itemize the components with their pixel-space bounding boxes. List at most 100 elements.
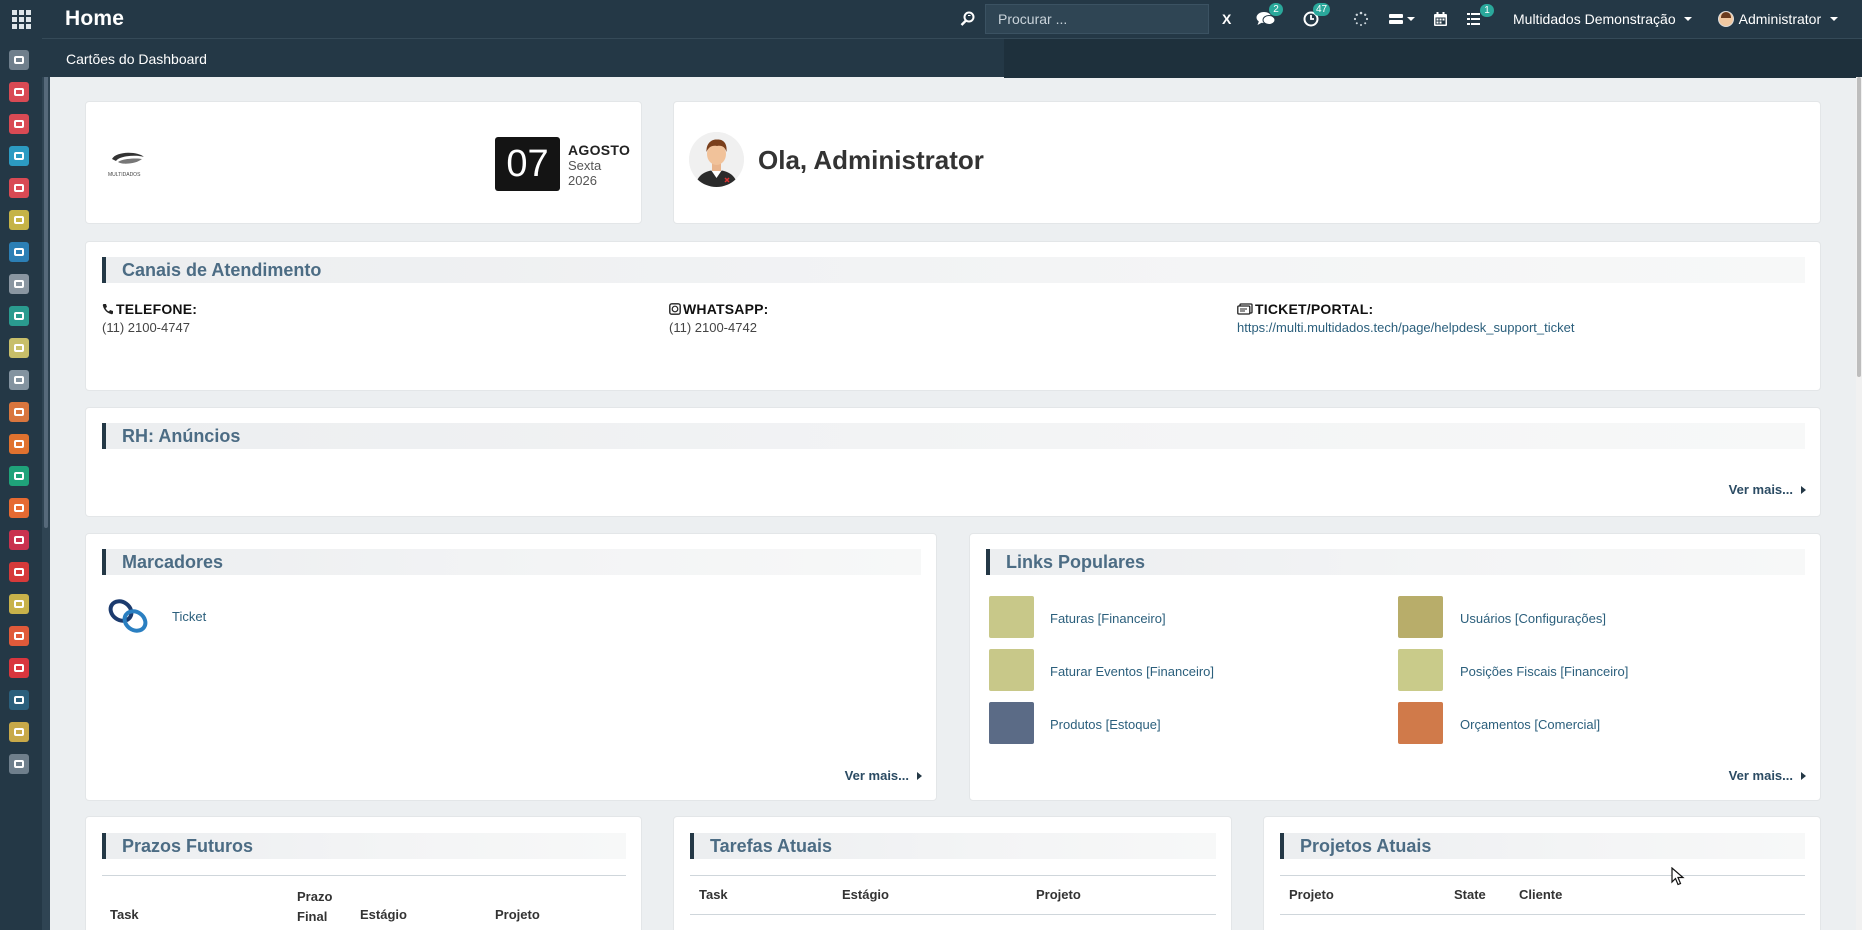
company-switcher[interactable]: Multidados Demonstração — [1513, 11, 1692, 27]
whatsapp-value: (11) 2100-4742 — [669, 320, 757, 335]
documents-app-icon[interactable] — [9, 402, 29, 422]
marcadores-card: Marcadores Ticket Ver mais... — [85, 533, 937, 801]
maintenance-app-icon[interactable] — [9, 530, 29, 550]
activities-button[interactable]: 47 — [1303, 3, 1331, 27]
crm-app-icon[interactable] — [9, 370, 29, 390]
helpdesk-app-icon[interactable] — [9, 114, 29, 134]
avatar — [689, 132, 744, 187]
date-day: 07 — [495, 137, 560, 191]
popular-link-produtos[interactable]: Produtos [Estoque] — [1050, 717, 1161, 732]
app-glyph — [14, 88, 24, 96]
app-glyph — [14, 184, 24, 192]
marcadores-more-link[interactable]: Ver mais... — [845, 768, 922, 783]
projetos-card: Projetos Atuais Projeto State Cliente — [1263, 816, 1821, 930]
activities-badge: 47 — [1313, 3, 1331, 16]
column-header-projeto[interactable]: Projeto — [1036, 887, 1081, 902]
popular-link-posicoes-fiscais[interactable]: Posições Fiscais [Financeiro] — [1460, 664, 1628, 679]
greeting-card: Ola, Administrator — [673, 101, 1821, 224]
page-scrollbar-thumb[interactable] — [1857, 77, 1861, 377]
popular-link-usuarios[interactable]: Usuários [Configurações] — [1460, 611, 1606, 626]
section-title: Marcadores — [102, 549, 921, 575]
invoice-icon[interactable] — [989, 596, 1034, 638]
divider — [1280, 875, 1805, 876]
column-header-state[interactable]: State — [1454, 887, 1486, 902]
search-icon[interactable] — [955, 11, 981, 27]
search-clear-button[interactable]: X — [1222, 11, 1236, 27]
survey-app-icon[interactable] — [9, 498, 29, 518]
column-header-estagio[interactable]: Estágio — [842, 887, 889, 902]
dms-app-icon[interactable] — [9, 274, 29, 294]
apps-menu-button[interactable] — [0, 0, 42, 38]
app-glyph — [14, 440, 24, 448]
popular-link-orcamentos[interactable]: Orçamentos [Comercial] — [1460, 717, 1600, 732]
column-header-cliente[interactable]: Cliente — [1519, 887, 1562, 902]
section-title: Tarefas Atuais — [690, 833, 1216, 859]
prazos-card: Prazos Futuros Task Prazo Final Estágio … — [85, 816, 642, 930]
marcador-item[interactable]: Ticket — [106, 598, 206, 634]
website-app-icon[interactable] — [9, 434, 29, 454]
column-header-projeto[interactable]: Projeto — [1289, 887, 1334, 902]
list-app-icon[interactable] — [9, 562, 29, 582]
user-name: Administrator — [1738, 11, 1822, 27]
notes-app-icon[interactable] — [9, 210, 29, 230]
chevron-down-icon — [1407, 17, 1415, 21]
section-title: Links Populares — [986, 549, 1805, 575]
links-more-link[interactable]: Ver mais... — [1729, 768, 1806, 783]
caret-right-icon — [1801, 771, 1806, 780]
camera-app-icon[interactable] — [9, 690, 29, 710]
sidebar-scrollbar[interactable] — [42, 38, 50, 930]
rh-card: RH: Anúncios Ver mais... — [85, 407, 1821, 517]
user-menu[interactable]: Administrator — [1717, 11, 1839, 27]
spinner-icon — [1353, 11, 1369, 26]
calendar-button[interactable] — [1434, 12, 1447, 26]
loading-indicator — [1353, 11, 1369, 27]
switch-menu-button[interactable] — [1389, 13, 1415, 25]
invoice-events-icon[interactable] — [989, 649, 1034, 691]
search-input[interactable]: Procurar ... — [985, 4, 1209, 34]
settings-app-icon[interactable] — [9, 146, 29, 166]
sidebar-scrollbar-thumb[interactable] — [44, 40, 48, 528]
quotations-icon[interactable] — [1398, 702, 1443, 744]
grid-icon — [11, 9, 31, 29]
discuss-app-icon[interactable] — [9, 82, 29, 102]
page-scrollbar[interactable] — [1856, 77, 1862, 930]
caret-right-icon — [917, 771, 922, 780]
whatsapp-app-icon[interactable] — [9, 466, 29, 486]
popular-link-faturas[interactable]: Faturas [Financeiro] — [1050, 611, 1166, 626]
date-weekday: Sexta — [568, 158, 602, 173]
app-glyph — [14, 760, 24, 768]
sales-app-icon[interactable] — [9, 178, 29, 198]
calendar-app-icon[interactable] — [9, 594, 29, 614]
column-header-projeto[interactable]: Projeto — [495, 907, 540, 922]
folder-app-icon[interactable] — [9, 658, 29, 678]
printer-app-icon[interactable] — [9, 754, 29, 774]
popular-link-faturar-eventos[interactable]: Faturar Eventos [Financeiro] — [1050, 664, 1214, 679]
column-header-task[interactable]: Task — [699, 887, 728, 902]
divider — [1280, 914, 1805, 915]
chevron-down-icon — [1683, 17, 1692, 21]
messages-button[interactable]: 2 — [1256, 3, 1283, 27]
tasks-button[interactable]: 1 — [1467, 4, 1494, 26]
purchase-app-icon[interactable] — [9, 722, 29, 742]
ticket-portal-link[interactable]: https://multi.multidados.tech/page/helpd… — [1237, 320, 1574, 335]
column-header-prazo-final[interactable]: Prazo Final — [297, 887, 337, 927]
logo-text: MULTIDADOS — [108, 172, 141, 178]
column-header-task[interactable]: Task — [110, 907, 139, 922]
column-header-estagio[interactable]: Estágio — [360, 907, 407, 922]
whatsapp-icon — [669, 303, 681, 315]
rh-more-link[interactable]: Ver mais... — [1729, 482, 1806, 497]
invoicing-app-icon[interactable] — [9, 242, 29, 262]
phone-value: (11) 2100-4747 — [102, 320, 190, 335]
app-glyph — [14, 56, 24, 64]
calendar-icon — [1434, 12, 1447, 26]
users-settings-icon[interactable] — [1398, 596, 1443, 638]
products-box-icon[interactable] — [989, 702, 1034, 744]
home-app-icon[interactable] — [9, 50, 29, 70]
app-glyph — [14, 472, 24, 480]
mail-app-icon[interactable] — [9, 626, 29, 646]
fiscal-positions-icon[interactable] — [1398, 649, 1443, 691]
contacts-app-icon[interactable] — [9, 306, 29, 326]
app-glyph — [14, 376, 24, 384]
tasks-badge: 1 — [1480, 4, 1494, 17]
project-app-icon[interactable] — [9, 338, 29, 358]
